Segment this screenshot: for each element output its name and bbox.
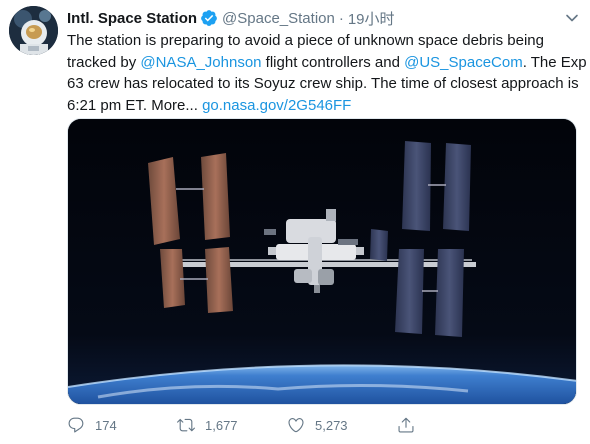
url-link[interactable]: go.nasa.gov/2G546FF <box>202 97 351 114</box>
text-fragment: . The Exp <box>522 53 587 71</box>
tweet-actions: 174 1,677 5,273 <box>67 414 507 436</box>
display-name[interactable]: Intl. Space Station <box>67 10 197 27</box>
retweet-button[interactable]: 1,677 <box>177 416 287 434</box>
tweet-photo[interactable] <box>67 118 577 405</box>
tweet-header: Intl. Space Station @Space_Station · 19小… <box>67 8 395 28</box>
reply-button[interactable]: 174 <box>67 416 177 434</box>
share-icon <box>398 417 414 433</box>
like-count: 5,273 <box>315 417 348 433</box>
text-fragment: flight controllers and <box>261 53 405 71</box>
reply-icon <box>68 417 84 433</box>
mention-link[interactable]: @US_SpaceCom <box>404 54 523 71</box>
text-fragment: tracked by <box>67 53 141 71</box>
tweet-text: The station is preparing to avoid a piec… <box>67 30 587 117</box>
handle[interactable]: @Space_Station <box>222 10 335 27</box>
verified-badge-icon <box>200 9 218 27</box>
reply-count: 174 <box>95 417 117 433</box>
retweet-count: 1,677 <box>205 417 238 433</box>
tweet-text-line: tracked by @NASA_Johnson flight controll… <box>67 52 587 74</box>
heart-icon <box>288 418 304 433</box>
astronaut-avatar-icon <box>9 6 58 55</box>
text-fragment: 6:21 pm ET. More... <box>67 96 203 114</box>
share-button[interactable] <box>397 416 507 434</box>
retweet-icon <box>177 418 195 432</box>
avatar[interactable] <box>9 6 58 55</box>
separator-dot: · <box>338 9 344 27</box>
like-button[interactable]: 5,273 <box>287 416 397 434</box>
tweet-text-line: The station is preparing to avoid a piec… <box>67 32 544 49</box>
tweet-text-line: 63 crew has relocated to its Soyuz crew … <box>67 75 579 92</box>
chevron-down-icon[interactable] <box>562 8 582 28</box>
tweet-text-line: 6:21 pm ET. More... go.nasa.gov/2G546FF <box>67 95 579 117</box>
timestamp[interactable]: 19小时 <box>348 8 395 29</box>
tweet-card[interactable]: Intl. Space Station @Space_Station · 19小… <box>0 0 590 444</box>
mention-link[interactable]: @NASA_Johnson <box>140 54 261 71</box>
space-station-image <box>68 119 576 404</box>
